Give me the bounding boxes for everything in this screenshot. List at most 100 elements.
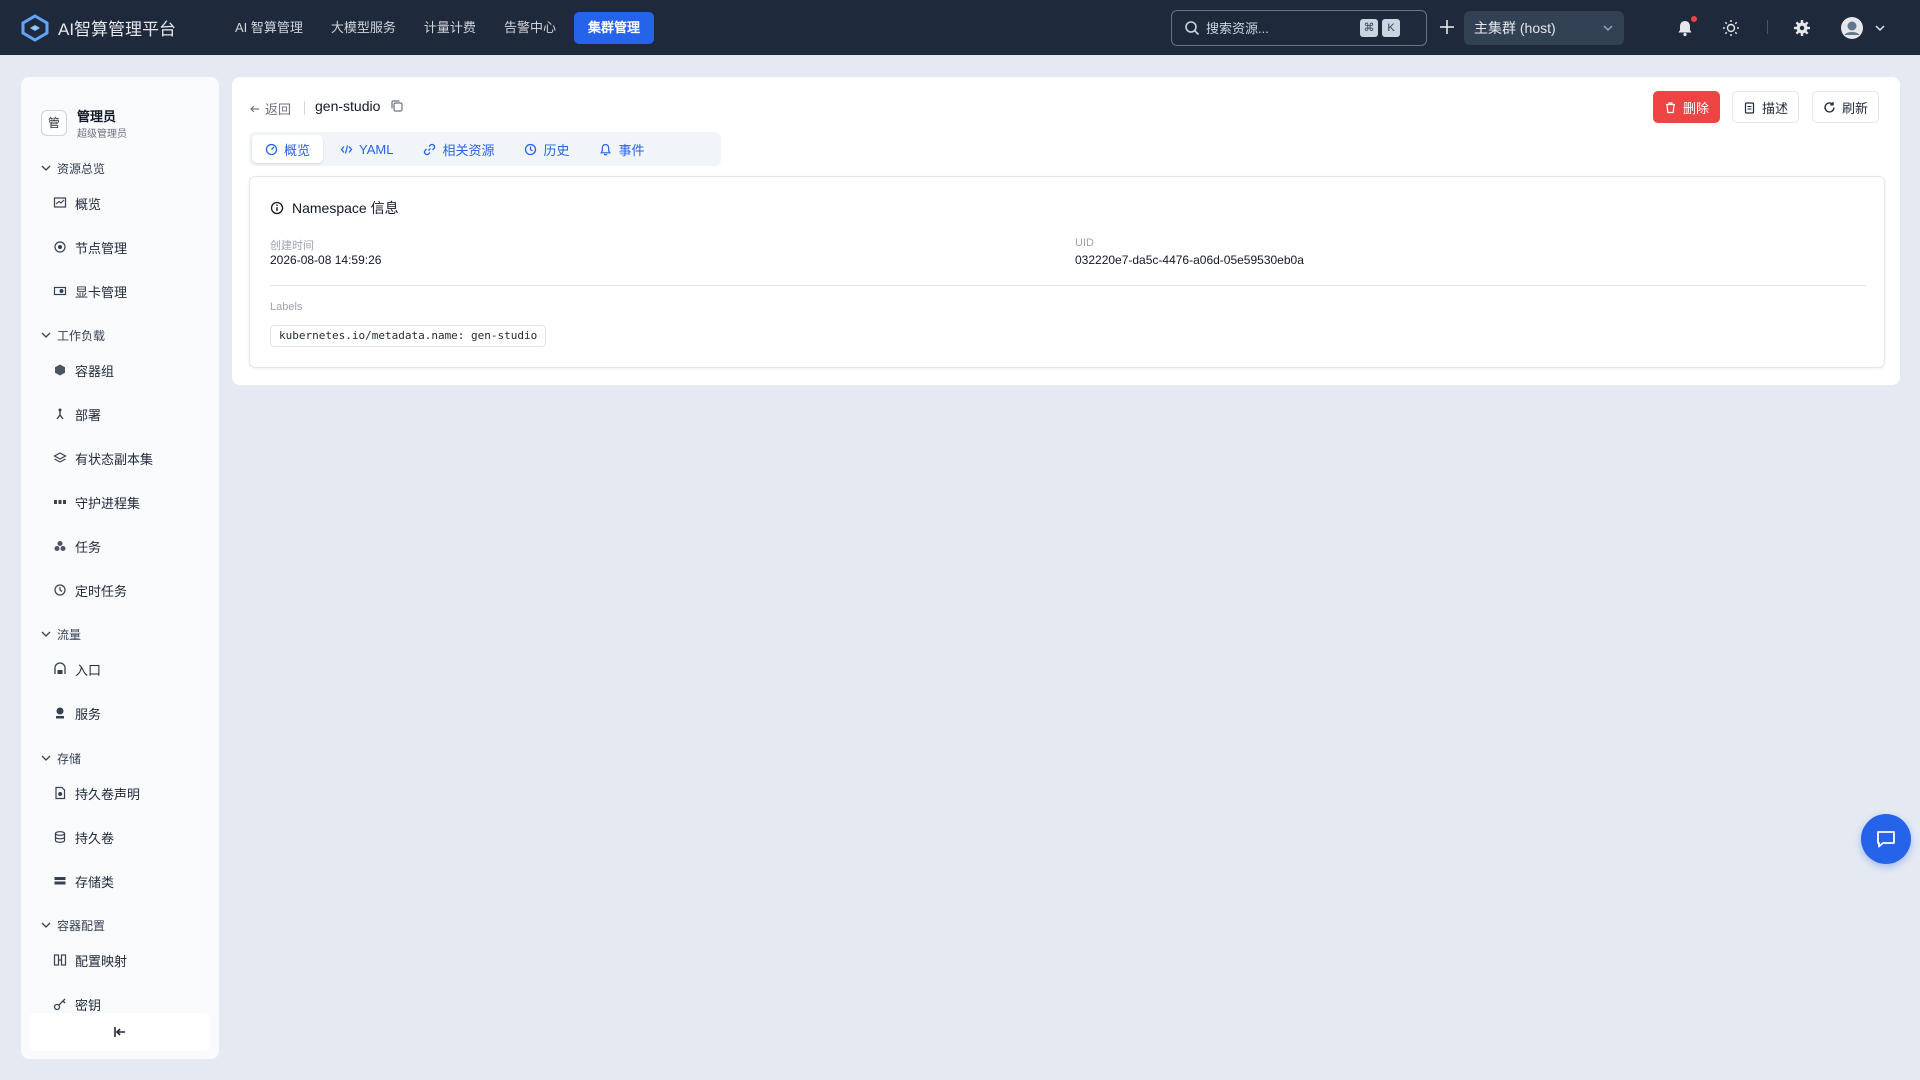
section-title: 资源总览 xyxy=(57,161,106,176)
chat-button[interactable] xyxy=(1861,814,1911,864)
section-header[interactable]: 流量 xyxy=(21,621,219,647)
sidebar-item-pv[interactable]: 持久卷 xyxy=(21,815,219,859)
gear-icon[interactable] xyxy=(1792,18,1812,38)
user-card: 管 管理员 超级管理员 xyxy=(21,77,219,147)
namespace-info-card: Namespace 信息 创建时间 2026-08-08 14:59:26 UI… xyxy=(249,176,1885,368)
sidebar-item-overview[interactable]: 概览 xyxy=(21,181,219,225)
search-icon xyxy=(1185,21,1200,36)
service-icon xyxy=(56,707,64,719)
chevron-down-icon xyxy=(41,631,51,637)
sidebar-item-storage-class[interactable]: 存储类 xyxy=(21,859,219,903)
card-title: Namespace 信息 xyxy=(270,198,399,218)
clock-icon xyxy=(54,584,66,596)
top-bar: AI智算管理平台 AI 智算管理 大模型服务 计量计费 告警中心 集群管理 ⌘ … xyxy=(0,0,1920,55)
section-header[interactable]: 工作负载 xyxy=(21,322,219,348)
delete-label: 删除 xyxy=(1683,100,1710,116)
sidebar-item-deployments[interactable]: 部署 xyxy=(21,392,219,436)
chevron-down-icon xyxy=(41,332,51,338)
sidebar-item-gpus[interactable]: 显卡管理 xyxy=(21,269,219,313)
app-title: AI智算管理平台 xyxy=(58,20,177,39)
link-icon xyxy=(424,143,436,155)
nav-billing[interactable]: 计量计费 xyxy=(410,12,490,44)
dashboard-icon xyxy=(53,197,67,208)
sidebar-item-configmaps[interactable]: 配置映射 xyxy=(21,938,219,982)
notification-dot xyxy=(1691,16,1697,22)
sidebar-item-label: 配置映射 xyxy=(75,953,128,969)
daemonset-icon xyxy=(54,500,66,504)
sidebar-item-cronjobs[interactable]: 定时任务 xyxy=(21,568,219,612)
configmap-icon xyxy=(53,954,67,966)
sidebar-item-services[interactable]: 服务 xyxy=(21,691,219,735)
section-header[interactable]: 存储 xyxy=(21,745,219,771)
nav-alerts[interactable]: 告警中心 xyxy=(490,12,570,44)
collapse-sidebar-button[interactable] xyxy=(29,1013,210,1051)
sidebar-item-pods[interactable]: 容器组 xyxy=(21,348,219,392)
sidebar-item-nodes[interactable]: 节点管理 xyxy=(21,225,219,269)
refresh-button[interactable]: 刷新 xyxy=(1812,91,1880,123)
user-name: 管理员 xyxy=(77,109,117,124)
sidebar-item-label: 概览 xyxy=(75,196,102,212)
logo-icon xyxy=(21,13,49,42)
refresh-icon xyxy=(1824,101,1835,113)
tab-related-resources[interactable]: 相关资源 xyxy=(410,135,507,163)
clipboard-icon xyxy=(1744,101,1755,114)
tab-bar: 概览 YAML 相关资源 历史 事件 xyxy=(249,132,721,166)
add-icon[interactable] xyxy=(1436,16,1458,38)
user-role: 超级管理员 xyxy=(77,129,127,140)
shortcut-key-k: K xyxy=(1382,19,1400,37)
node-icon xyxy=(54,241,66,253)
sidebar-item-statefulsets[interactable]: 有状态副本集 xyxy=(21,436,219,480)
uid-label: UID xyxy=(1075,237,1094,249)
tab-yaml[interactable]: YAML xyxy=(327,135,406,163)
sidebar-item-daemonsets[interactable]: 守护进程集 xyxy=(21,480,219,524)
chevron-down-icon xyxy=(41,165,51,171)
sidebar-item-jobs[interactable]: 任务 xyxy=(21,524,219,568)
section-header[interactable]: 资源总览 xyxy=(21,155,219,181)
trash-icon xyxy=(1666,101,1675,113)
sidebar-item-ingress[interactable]: 入口 xyxy=(21,647,219,691)
key-icon xyxy=(53,998,66,1011)
toolbar-divider xyxy=(1767,20,1768,34)
nav-ai-compute[interactable]: AI 智算管理 xyxy=(221,12,317,44)
bell-icon xyxy=(600,143,612,155)
file-icon xyxy=(55,786,66,800)
tab-events[interactable]: 事件 xyxy=(586,135,657,163)
card-divider xyxy=(270,285,1866,286)
collapse-icon xyxy=(113,1027,125,1037)
nav-llm-service[interactable]: 大模型服务 xyxy=(317,12,410,44)
brand[interactable]: AI智算管理平台 xyxy=(20,13,215,43)
cluster-select[interactable]: 主集群 (host) xyxy=(1464,11,1624,45)
copy-icon[interactable] xyxy=(390,99,404,113)
section-title: 存储 xyxy=(57,751,82,766)
breadcrumb-divider xyxy=(304,101,305,115)
card-title-text: Namespace 信息 xyxy=(292,200,399,216)
search-input[interactable] xyxy=(1206,20,1356,36)
nav-cluster-management[interactable]: 集群管理 xyxy=(573,11,654,44)
sidebar-item-label: 入口 xyxy=(75,662,102,678)
back-label: 返回 xyxy=(265,102,292,117)
page-title: gen-studio xyxy=(315,98,381,114)
gauge-icon xyxy=(265,143,278,155)
sidebar-item-label: 持久卷 xyxy=(75,830,115,846)
describe-button[interactable]: 描述 xyxy=(1732,91,1800,123)
search-box[interactable]: ⌘ K xyxy=(1171,10,1427,46)
refresh-label: 刷新 xyxy=(1842,100,1869,116)
tab-overview[interactable]: 概览 xyxy=(252,135,324,163)
top-nav: AI 智算管理 大模型服务 计量计费 告警中心 集群管理 xyxy=(221,11,654,44)
cluster-select-value: 主集群 (host) xyxy=(1474,20,1556,36)
tab-history[interactable]: 历史 xyxy=(511,135,582,163)
back-link[interactable]: 返回 xyxy=(249,99,291,118)
layers-icon xyxy=(53,452,67,463)
sidebar-section-storage: 存储 持久卷声明 持久卷 存储类 xyxy=(21,745,219,903)
chevron-down-icon xyxy=(1603,25,1613,32)
sidebar-section-overview: 资源总览 概览 节点管理 显卡管理 xyxy=(21,155,219,313)
info-icon xyxy=(270,201,284,215)
section-header[interactable]: 容器配置 xyxy=(21,912,219,938)
sidebar-item-pvc[interactable]: 持久卷声明 xyxy=(21,771,219,815)
user-menu[interactable] xyxy=(1840,16,1886,40)
labels-label: Labels xyxy=(270,301,303,313)
delete-button[interactable]: 删除 xyxy=(1653,91,1721,123)
sun-icon[interactable] xyxy=(1721,18,1741,38)
chevron-down-icon xyxy=(1875,25,1885,32)
sidebar-item-label: 节点管理 xyxy=(75,240,128,256)
